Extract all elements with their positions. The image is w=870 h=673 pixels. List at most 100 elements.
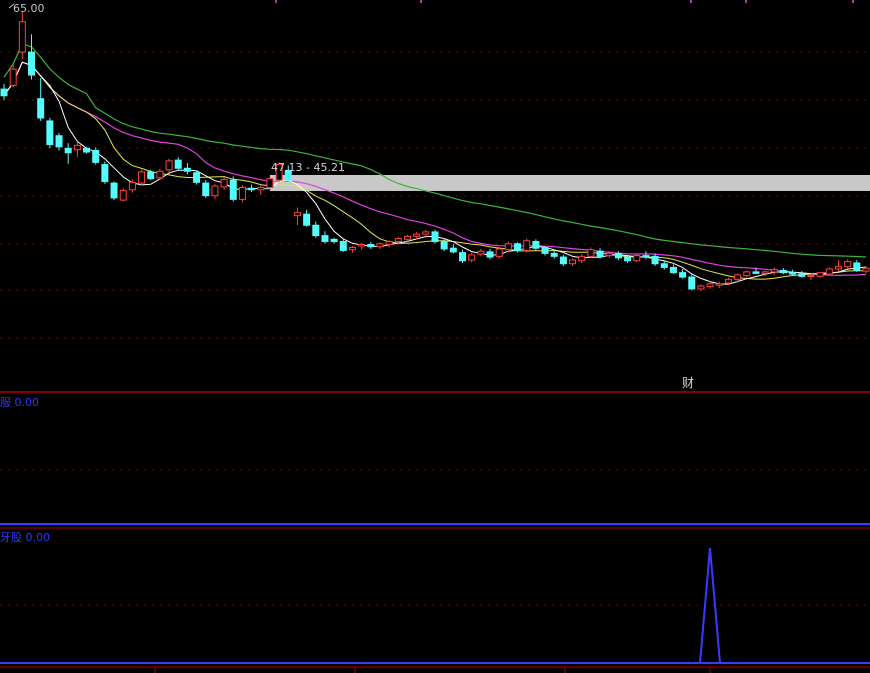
candle-body: [220, 178, 228, 188]
candle-body: [688, 276, 696, 290]
candle-body: [541, 246, 549, 254]
candle-body: [743, 271, 751, 277]
candle-body: [73, 144, 81, 151]
candle-body: [348, 246, 356, 251]
signal-spike: [699, 547, 721, 664]
candle-body: [147, 171, 155, 180]
candle-body: [523, 240, 531, 251]
candle-body: [156, 170, 164, 179]
candle-body: [202, 182, 210, 197]
candle-body: [495, 248, 503, 257]
candle-body: [614, 252, 622, 259]
financial-report-marker[interactable]: 财: [682, 377, 694, 390]
candle-body: [761, 271, 769, 274]
candle-body: [339, 241, 347, 251]
candle-body: [431, 231, 439, 243]
candle-body: [825, 268, 833, 275]
candle-body: [37, 98, 45, 119]
candle-body: [807, 275, 815, 278]
candle-body: [752, 271, 760, 274]
candle-body: [312, 224, 320, 237]
candle-body: [92, 150, 100, 163]
candle-body: [211, 185, 219, 197]
range-annotation: 47.13 - 45.21: [271, 161, 345, 174]
candle-body: [394, 238, 402, 243]
candle-body: [174, 159, 182, 169]
candle-body: [138, 171, 146, 184]
top-marker: [275, 0, 277, 3]
candle-body: [642, 255, 650, 258]
candle-body: [734, 274, 742, 280]
ma-line-long: [3, 42, 867, 258]
candle-body: [697, 285, 705, 290]
indicator-2-value: 0.00: [25, 531, 51, 544]
candle-body: [834, 266, 842, 270]
candle-body: [853, 262, 861, 271]
stock-chart: [0, 0, 870, 673]
candle-body: [229, 179, 237, 200]
candle-body: [669, 266, 677, 274]
candle-body: [83, 147, 91, 153]
indicator-1-value: 0.00: [14, 396, 40, 409]
candle-body: [440, 241, 448, 250]
candle-body: [651, 255, 659, 265]
candle-body: [862, 267, 870, 272]
candle-body: [358, 244, 366, 247]
candle-body: [486, 251, 494, 258]
top-marker: [745, 0, 747, 3]
candle-body: [110, 182, 118, 199]
candle-body: [605, 252, 613, 257]
candle-body: [624, 256, 632, 262]
candle-body: [798, 273, 806, 277]
candle-body: [596, 250, 604, 257]
candle-body: [193, 172, 201, 183]
candle-body: [816, 272, 824, 277]
top-marker: [420, 0, 422, 3]
indicator-1-name: 服: [0, 396, 11, 409]
candle-body: [559, 256, 567, 265]
candle-body: [504, 243, 512, 251]
candle-body: [367, 244, 375, 248]
candle-body: [532, 241, 540, 249]
candle-body: [724, 278, 732, 284]
candle-body: [330, 238, 338, 243]
candle-body: [660, 263, 668, 268]
ma-line-10: [3, 61, 867, 280]
candle-body: [779, 269, 787, 274]
candle-body: [449, 247, 457, 253]
candle-body: [28, 51, 36, 76]
candle-body: [119, 189, 127, 201]
candle-body: [715, 283, 723, 286]
candle-body: [376, 243, 384, 248]
price-high-label: 65.00: [13, 2, 45, 15]
candle-body: [303, 213, 311, 226]
candle-body: [183, 167, 191, 172]
candle-body: [266, 178, 274, 189]
candle-body: [413, 233, 421, 237]
top-marker: [690, 0, 692, 3]
candle-body: [633, 255, 641, 262]
candle-body: [248, 187, 256, 191]
candle-body: [587, 249, 595, 257]
candle-body: [569, 259, 577, 265]
candle-body: [55, 135, 63, 148]
candle-body: [578, 255, 586, 262]
candle-body: [789, 272, 797, 275]
candle-body: [844, 261, 852, 268]
candle-body: [293, 212, 301, 217]
candle-body: [403, 235, 411, 240]
candle-body: [0, 88, 8, 97]
candle-body: [422, 231, 430, 235]
indicator-2-name: 牙股: [0, 531, 22, 544]
candle-body: [128, 181, 136, 191]
candle-body: [459, 252, 467, 262]
candle-body: [550, 252, 558, 257]
candle-body: [257, 187, 265, 191]
top-marker: [852, 0, 854, 3]
candle-body: [706, 283, 714, 288]
candle-body: [18, 21, 26, 53]
candle-body: [385, 241, 393, 245]
candle-body: [477, 250, 485, 255]
candle-body: [468, 254, 476, 261]
resistance-band: [270, 175, 870, 191]
